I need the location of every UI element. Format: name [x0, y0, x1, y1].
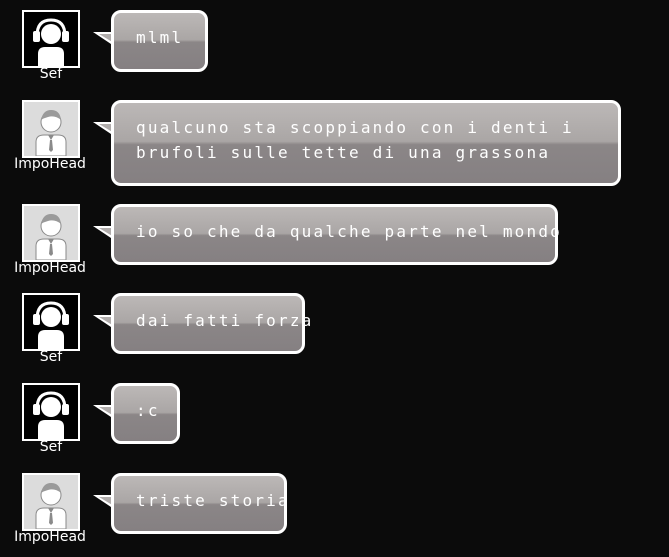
username: ImpoHead — [14, 529, 86, 545]
username: Sef — [39, 66, 63, 82]
person-avatar-icon[interactable] — [22, 204, 80, 262]
message-bubble: dai fatti forza — [111, 293, 314, 354]
message-text: triste storia — [136, 491, 290, 510]
headphones-avatar-icon[interactable] — [22, 383, 80, 441]
headphones-avatar-icon[interactable] — [22, 10, 80, 68]
message-text-line: brufoli sulle tette di una grassona — [136, 143, 551, 162]
chat-log: Sef mlml ImpoHead qualcuno sta scoppiand… — [0, 0, 669, 557]
message-bubble: mlml — [111, 10, 208, 72]
username: Sef — [39, 349, 63, 365]
message-text-line: qualcuno sta scoppiando con i denti i — [136, 118, 574, 137]
message-text: io so che da qualche parte nel mondo — [136, 222, 562, 241]
headphones-avatar-icon[interactable] — [22, 293, 80, 351]
message-bubble: io so che da qualche parte nel mondo — [111, 204, 562, 265]
username: ImpoHead — [14, 156, 86, 172]
message-bubble: qualcuno sta scoppiando con i denti i br… — [111, 100, 621, 186]
person-avatar-icon[interactable] — [22, 100, 80, 158]
person-avatar-icon[interactable] — [22, 473, 80, 531]
message-bubble: triste storia — [111, 473, 290, 534]
username: ImpoHead — [14, 260, 86, 276]
message-text: mlml — [136, 28, 184, 47]
message-bubble: :c — [111, 383, 180, 444]
message-text: :c — [136, 401, 160, 420]
username: Sef — [39, 439, 63, 455]
message-text: dai fatti forza — [136, 311, 314, 330]
